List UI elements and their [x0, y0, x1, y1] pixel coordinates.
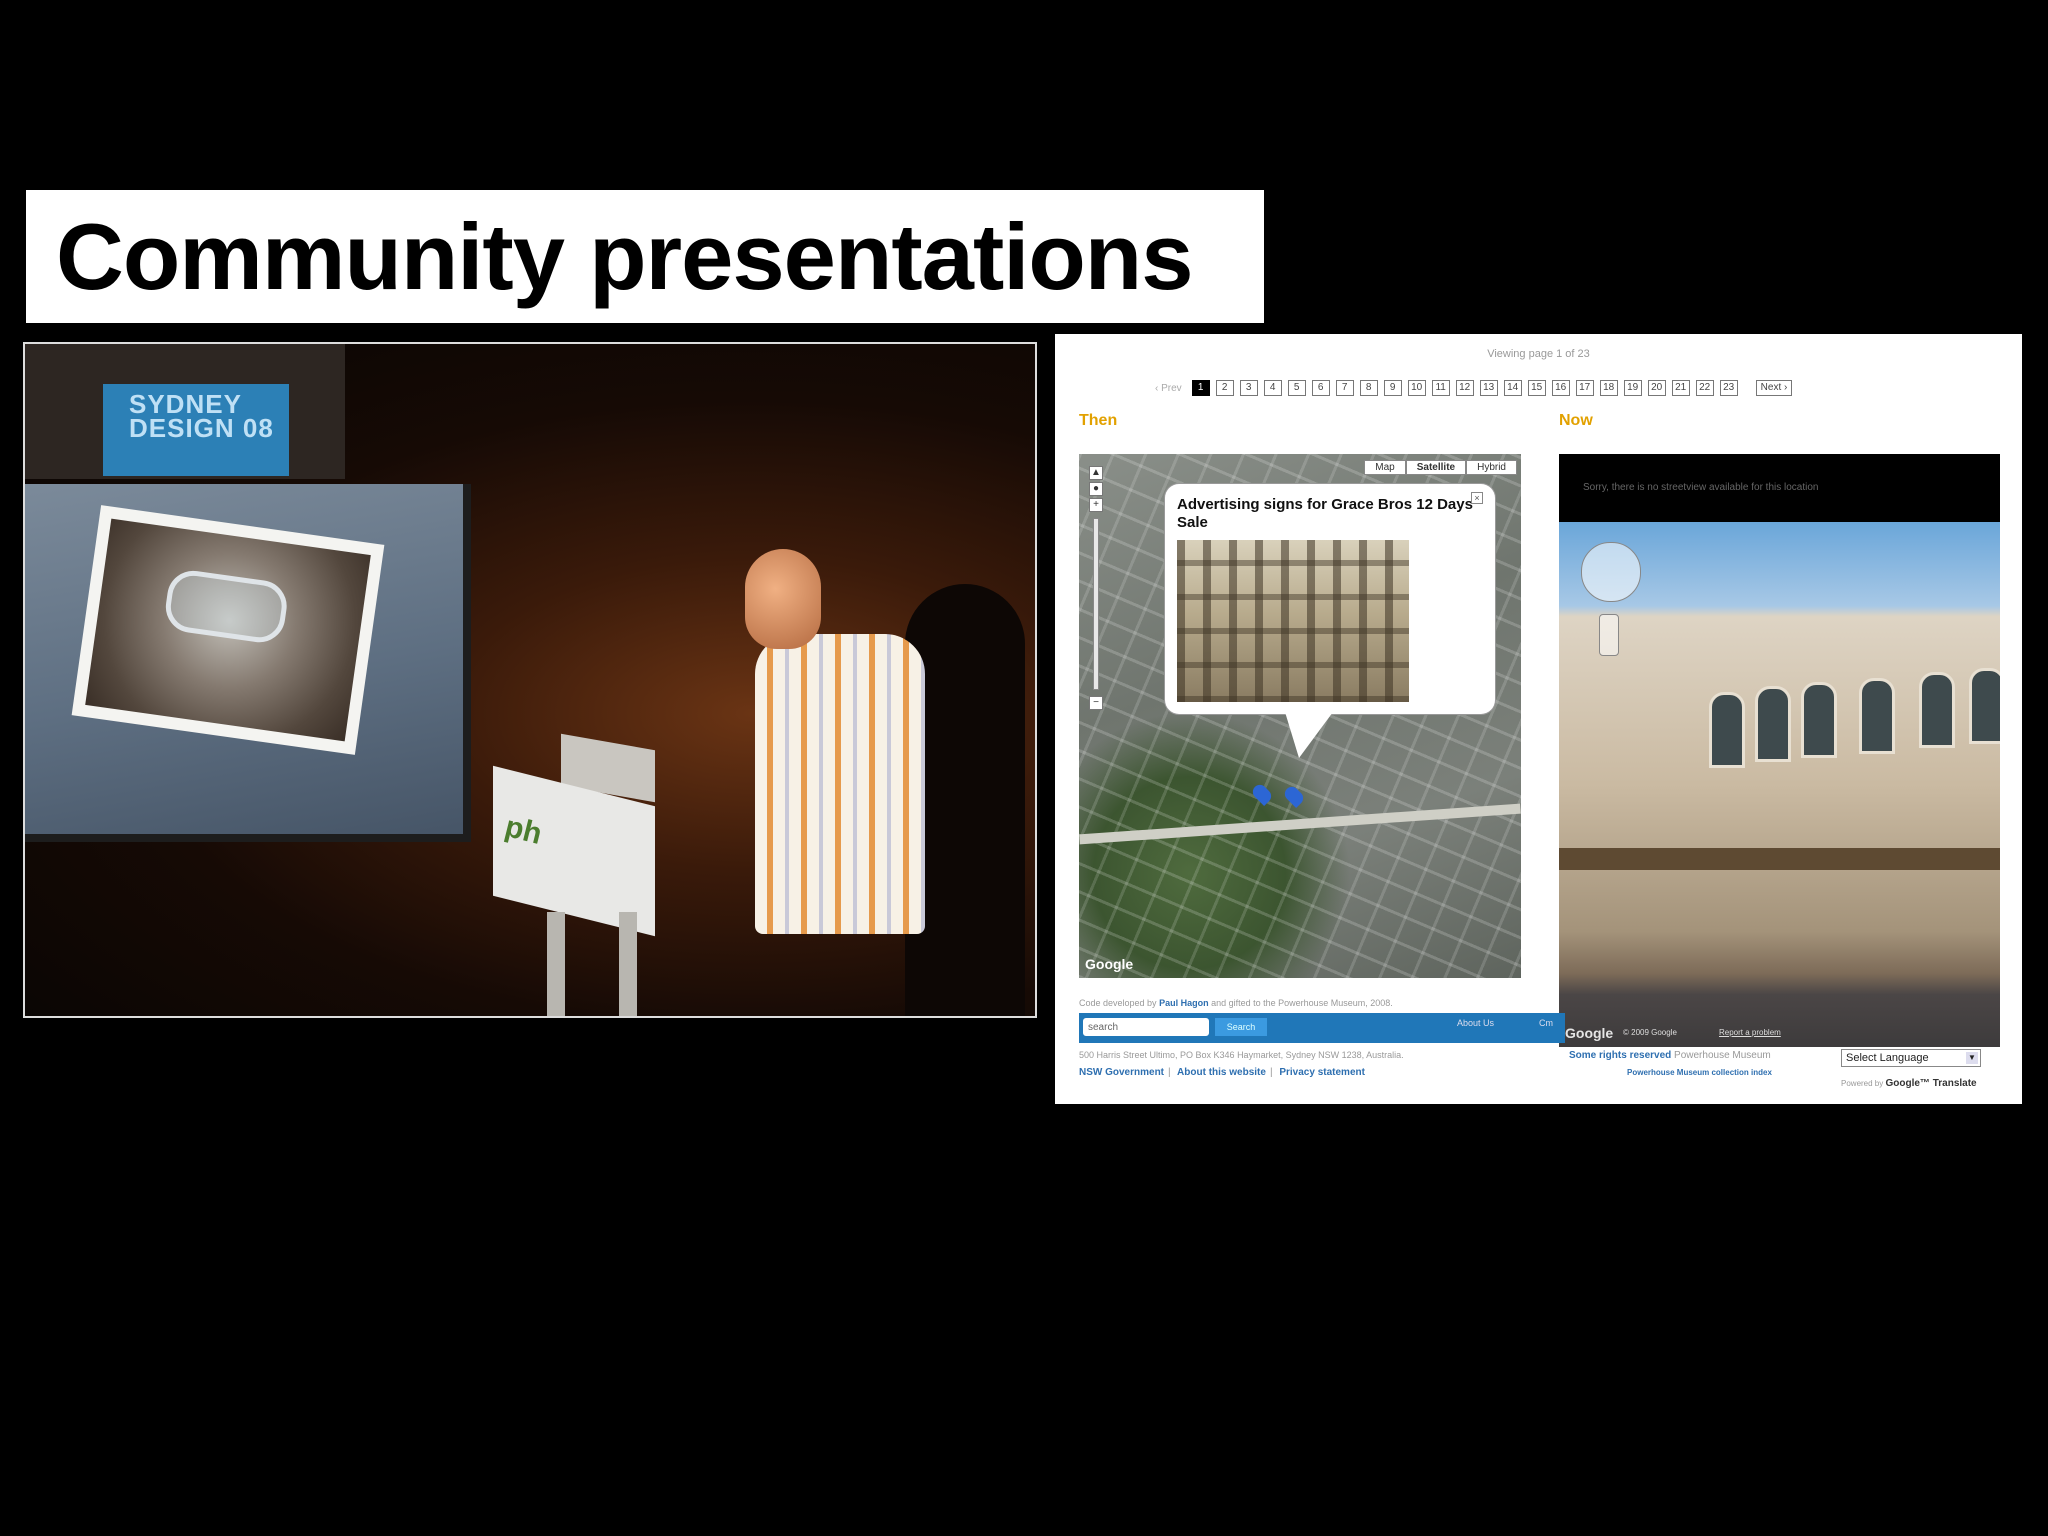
search-button[interactable]: Search — [1215, 1018, 1267, 1036]
powered-by-translate: Powered by Google™ Translate — [1841, 1078, 1977, 1089]
about-website-link[interactable]: About this website — [1177, 1067, 1266, 1078]
map-type-switcher: Map Satellite Hybrid — [1364, 460, 1517, 475]
podium-leg — [547, 912, 565, 1016]
report-problem-link[interactable]: Report a problem — [1719, 1028, 1781, 1037]
page-link[interactable]: 23 — [1719, 380, 1738, 396]
presenter-head — [745, 549, 821, 649]
pan-up-icon[interactable]: ▲ — [1089, 466, 1103, 480]
map-type-map-button[interactable]: Map — [1364, 460, 1406, 475]
zoom-out-icon[interactable]: − — [1089, 696, 1103, 710]
historic-building-photo — [1177, 540, 1409, 702]
streetview-compass-icon[interactable] — [1581, 542, 1641, 602]
map-info-window: Advertising signs for Grace Bros 12 Days… — [1165, 484, 1495, 758]
streetview-notice: Sorry, there is no streetview available … — [1559, 454, 2000, 522]
streetview-copyright: © 2009 Google — [1623, 1028, 1677, 1037]
prev-page-link[interactable]: ‹ Prev — [1155, 383, 1182, 394]
slide-title-box: Community presentations — [26, 190, 1264, 323]
google-logo: Google — [1565, 1025, 1614, 1041]
pan-center-icon[interactable]: ● — [1089, 482, 1103, 496]
streetview-zoom-control[interactable] — [1599, 614, 1619, 656]
page-link[interactable]: 22 — [1695, 380, 1714, 396]
footer-link-truncated[interactable]: Cm — [1539, 1018, 1553, 1028]
page-link[interactable]: 10 — [1407, 380, 1426, 396]
nsw-government-link[interactable]: NSW Government — [1079, 1067, 1164, 1078]
page-link[interactable]: 13 — [1479, 380, 1498, 396]
zoom-slider[interactable] — [1093, 518, 1099, 690]
rights-link[interactable]: Some rights reserved — [1569, 1050, 1671, 1061]
presentation-photo: SYDNEY DESIGN 08 ph — [23, 342, 1037, 1018]
pagination: ‹ Prev 1 2 3 4 5 6 7 8 9 10 11 12 13 14 15 16 17 18 19 20 21… — [1155, 380, 1793, 396]
page-link[interactable]: 4 — [1263, 380, 1282, 396]
zoom-in-icon[interactable]: + — [1089, 498, 1103, 512]
page-link[interactable]: 18 — [1599, 380, 1618, 396]
street-view[interactable]: Google © 2009 Google Report a problem — [1559, 522, 2000, 1047]
search-input[interactable]: search — [1083, 1018, 1209, 1036]
info-window-title: Advertising signs for Grace Bros 12 Days… — [1177, 496, 1473, 531]
map-pin-icon[interactable] — [1281, 783, 1307, 809]
page-link[interactable]: 15 — [1527, 380, 1546, 396]
page-link[interactable]: 20 — [1647, 380, 1666, 396]
page-link[interactable]: 21 — [1671, 380, 1690, 396]
page-link[interactable]: 5 — [1287, 380, 1306, 396]
page-link[interactable]: 6 — [1311, 380, 1330, 396]
page-link[interactable]: 17 — [1575, 380, 1594, 396]
rights-text: Some rights reserved Powerhouse Museum — [1569, 1050, 1771, 1061]
language-select[interactable]: Select Language ▼ — [1841, 1049, 1981, 1067]
page-link[interactable]: 19 — [1623, 380, 1642, 396]
map-type-hybrid-button[interactable]: Hybrid — [1466, 460, 1517, 475]
page-link[interactable]: 1 — [1191, 380, 1210, 396]
page-link[interactable]: 14 — [1503, 380, 1522, 396]
collection-index-link[interactable]: Powerhouse Museum collection index — [1627, 1068, 1772, 1077]
credit-author-link[interactable]: Paul Hagon — [1159, 998, 1209, 1008]
map-pin-icon[interactable] — [1249, 781, 1275, 807]
page-link[interactable]: 16 — [1551, 380, 1570, 396]
close-icon[interactable]: × — [1471, 492, 1483, 504]
page-link[interactable]: 7 — [1335, 380, 1354, 396]
projection-screen — [25, 484, 471, 842]
next-page-link[interactable]: Next › — [1755, 380, 1793, 396]
footer-links: NSW Government | About this website | Priv… — [1079, 1067, 1365, 1078]
chevron-down-icon: ▼ — [1966, 1052, 1978, 1064]
page-link[interactable]: 8 — [1359, 380, 1378, 396]
presenter-body — [755, 634, 925, 934]
page-link[interactable]: 12 — [1455, 380, 1474, 396]
map-zoom-control[interactable]: ▲ ● + − — [1085, 464, 1107, 764]
code-credit: Code developed by Paul Hagon and gifted … — [1079, 998, 1393, 1008]
google-logo: Google — [1085, 956, 1134, 972]
privacy-statement-link[interactable]: Privacy statement — [1279, 1067, 1365, 1078]
podium-leg — [619, 912, 637, 1016]
viewing-page-text: Viewing page 1 of 23 — [1487, 348, 1590, 360]
address-text: 500 Harris Street Ultimo, PO Box K346 Ha… — [1079, 1050, 1404, 1060]
slide-title: Community presentations — [56, 203, 1193, 309]
website-screenshot: Viewing page 1 of 23 ‹ Prev 1 2 3 4 5 6 7 8 9 10 1… — [1055, 334, 2022, 1104]
page-link[interactable]: 9 — [1383, 380, 1402, 396]
then-label: Then — [1079, 412, 1118, 429]
page-link[interactable]: 3 — [1239, 380, 1258, 396]
page-link[interactable]: 2 — [1215, 380, 1234, 396]
page-link[interactable]: 11 — [1431, 380, 1450, 396]
photo-banner: SYDNEY DESIGN 08 — [103, 384, 289, 476]
map-type-satellite-button[interactable]: Satellite — [1405, 460, 1467, 475]
now-label: Now — [1559, 412, 1593, 429]
about-us-link[interactable]: About Us — [1457, 1018, 1494, 1028]
projected-photo — [71, 505, 385, 755]
